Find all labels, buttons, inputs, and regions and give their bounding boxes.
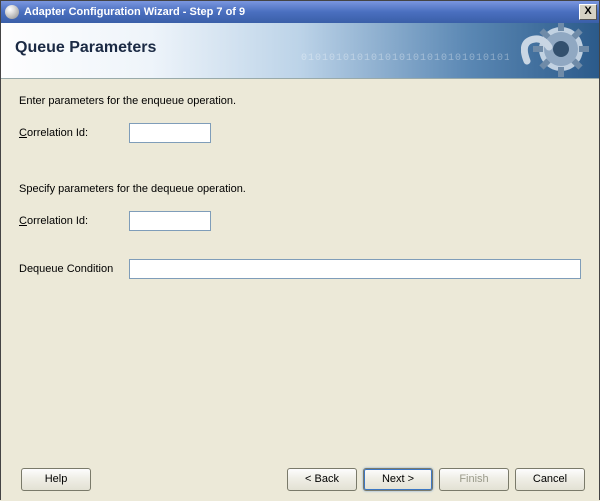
dequeue-condition-row: Dequeue Condition [19, 259, 581, 279]
dequeue-correlation-row: Correlation Id: [19, 211, 581, 231]
dequeue-condition-input[interactable] [129, 259, 581, 279]
wizard-footer: Help < Back Next > Finish Cancel [1, 457, 599, 501]
next-button[interactable]: Next > [363, 468, 433, 491]
gear-icon [521, 23, 593, 79]
dequeue-correlation-input[interactable] [129, 211, 211, 231]
enqueue-heading: Enter parameters for the enqueue operati… [19, 95, 581, 107]
wizard-banner: Queue Parameters 01010101010101010101010… [1, 23, 599, 79]
cancel-button[interactable]: Cancel [515, 468, 585, 491]
help-button[interactable]: Help [21, 468, 91, 491]
title-bar: Adapter Configuration Wizard - Step 7 of… [1, 1, 599, 23]
back-button[interactable]: < Back [287, 468, 357, 491]
app-icon [5, 5, 19, 19]
wizard-content: Enter parameters for the enqueue operati… [1, 79, 599, 457]
enqueue-correlation-row: Correlation Id: [19, 123, 581, 143]
dequeue-heading: Specify parameters for the dequeue opera… [19, 183, 581, 195]
banner-decoration: 0101010101010101010101010101010101010101… [301, 53, 509, 79]
close-icon[interactable]: X [579, 4, 597, 20]
enqueue-correlation-label: Correlation Id: [19, 127, 129, 139]
dequeue-condition-label: Dequeue Condition [19, 263, 129, 275]
finish-button: Finish [439, 468, 509, 491]
enqueue-correlation-input[interactable] [129, 123, 211, 143]
dequeue-correlation-label: Correlation Id: [19, 215, 129, 227]
window-title: Adapter Configuration Wizard - Step 7 of… [24, 6, 579, 18]
page-title: Queue Parameters [15, 39, 156, 57]
